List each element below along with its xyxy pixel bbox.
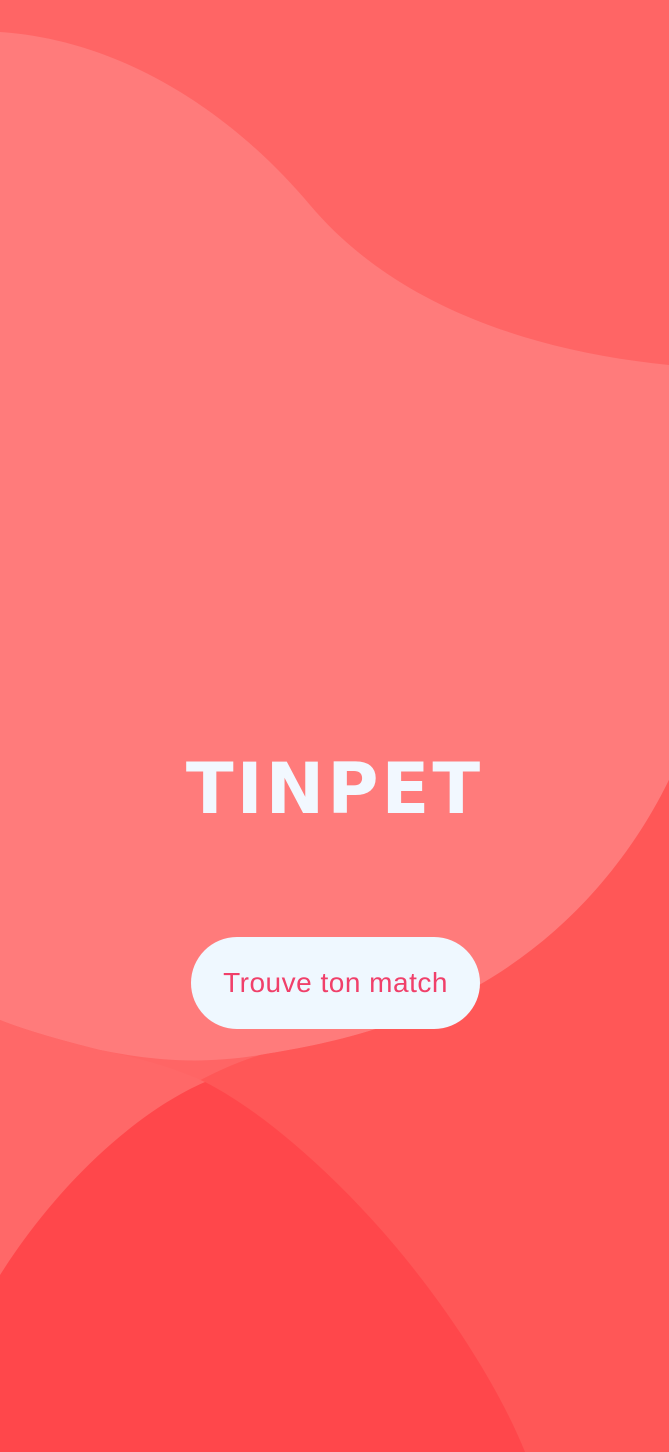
app-logo: TINPET (185, 748, 484, 830)
welcome-screen: TINPET Trouve ton match (0, 0, 669, 1452)
background-blobs (0, 0, 669, 1452)
find-match-button[interactable]: Trouve ton match (191, 937, 480, 1029)
